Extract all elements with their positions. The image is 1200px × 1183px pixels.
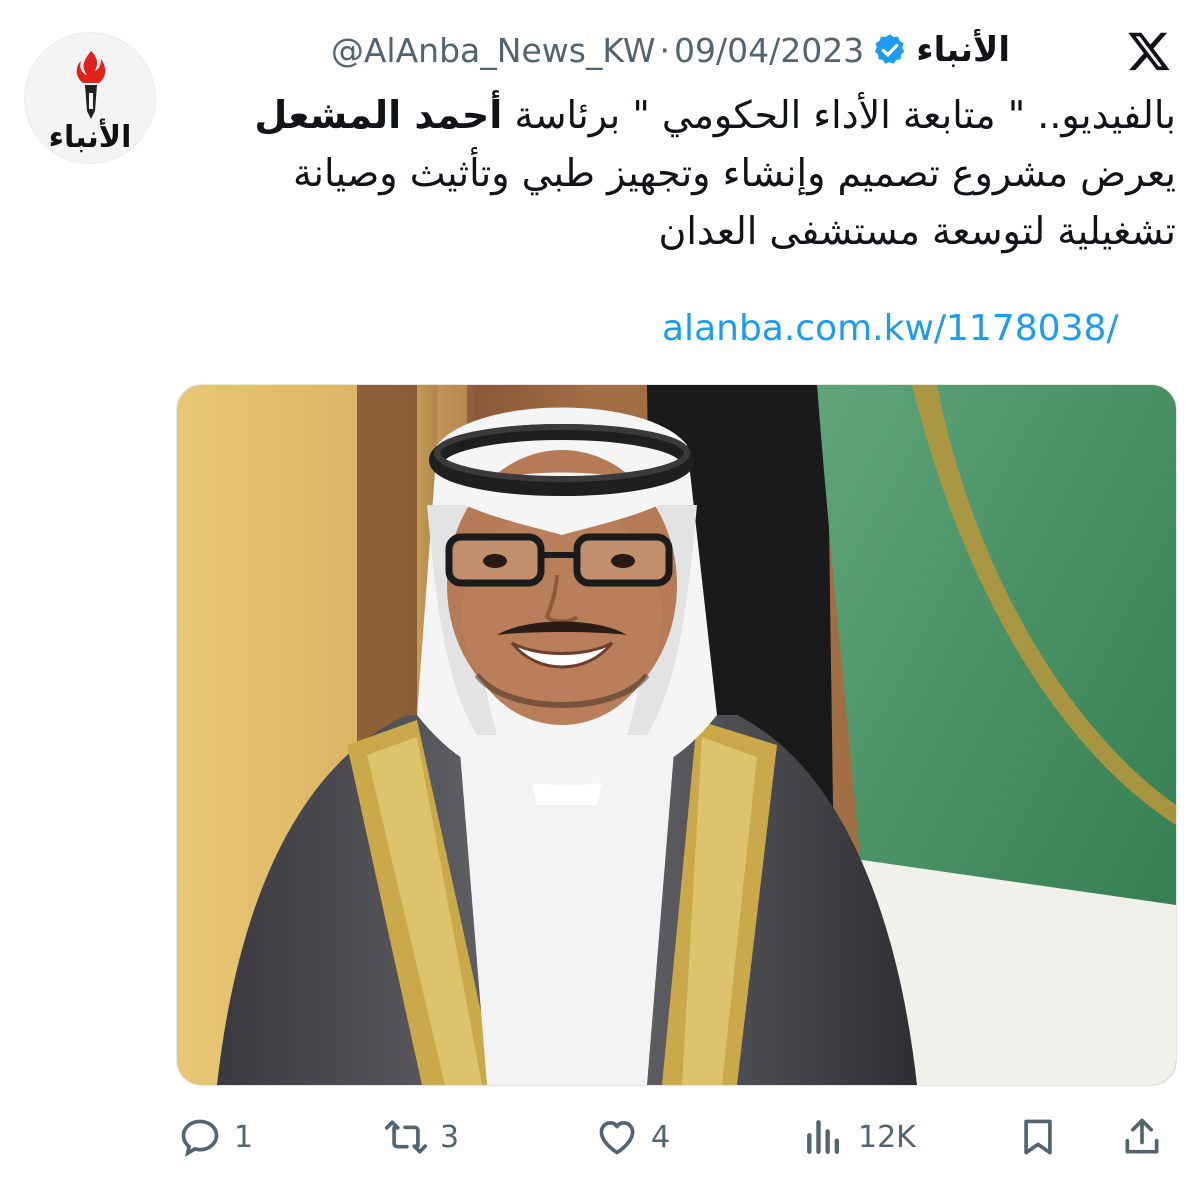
action-bar: 1 3 4 12K [170,1112,1180,1162]
tweet-image[interactable] [176,384,1177,1086]
like-count: 4 [651,1119,671,1155]
verified-badge-icon [872,32,908,68]
tweet-card: الأنباء الأنباء @AlAnba_News_KW · 09/04/… [0,0,1200,1183]
x-logo-icon[interactable] [1126,28,1172,74]
share-icon [1125,1118,1159,1154]
reply-icon [181,1119,219,1157]
tweet-text-bold-name: أحمد المشعل [254,93,503,137]
tweet-text-line-2: يعرض مشروع تصميم وإنشاء وتجهيز طبي وتأثي… [293,151,1176,195]
portrait-image [177,385,1176,1085]
tweet-date[interactable]: 09/04/2023 [674,31,864,70]
bookmark-icon [1024,1119,1052,1155]
svg-text:الأنباء: الأنباء [49,118,132,155]
views-count: 12K [858,1119,916,1155]
tweet-text-line-3: تشغيلية لتوسعة مستشفى العدان [658,209,1176,253]
tweet-link[interactable]: alanba.com.kw/1178038/ [662,308,1119,349]
like-button[interactable]: 4 [595,1112,670,1162]
handle[interactable]: @AlAnba_News_KW [331,31,656,70]
views-button[interactable]: 12K [802,1112,916,1162]
repost-count: 3 [440,1119,460,1155]
tweet-meta: @AlAnba_News_KW · 09/04/2023 [331,31,864,70]
meta-separator: · [659,30,671,70]
repost-icon [384,1120,428,1154]
views-chart-icon [807,1120,840,1154]
repost-button[interactable]: 3 [384,1112,459,1162]
bookmark-button[interactable] [1016,1112,1060,1162]
display-name[interactable]: الأنباء [916,30,1010,70]
reply-count: 1 [234,1119,254,1155]
avatar[interactable]: الأنباء [24,32,156,164]
tweet-text: بالفيديو.. " متابعة الأداء الحكومي " برئ… [176,86,1176,260]
tweet-text-part: بالفيديو.. " متابعة الأداء الحكومي " برئ… [502,93,1176,137]
share-button[interactable] [1120,1112,1164,1162]
tweet-text-line-1: بالفيديو.. " متابعة الأداء الحكومي " برئ… [176,86,1176,144]
reply-button[interactable]: 1 [178,1112,253,1162]
tweet-header: الأنباء @AlAnba_News_KW · 09/04/2023 [170,20,1010,80]
heart-icon [599,1121,635,1155]
alanba-logo-icon: الأنباء [49,51,132,155]
